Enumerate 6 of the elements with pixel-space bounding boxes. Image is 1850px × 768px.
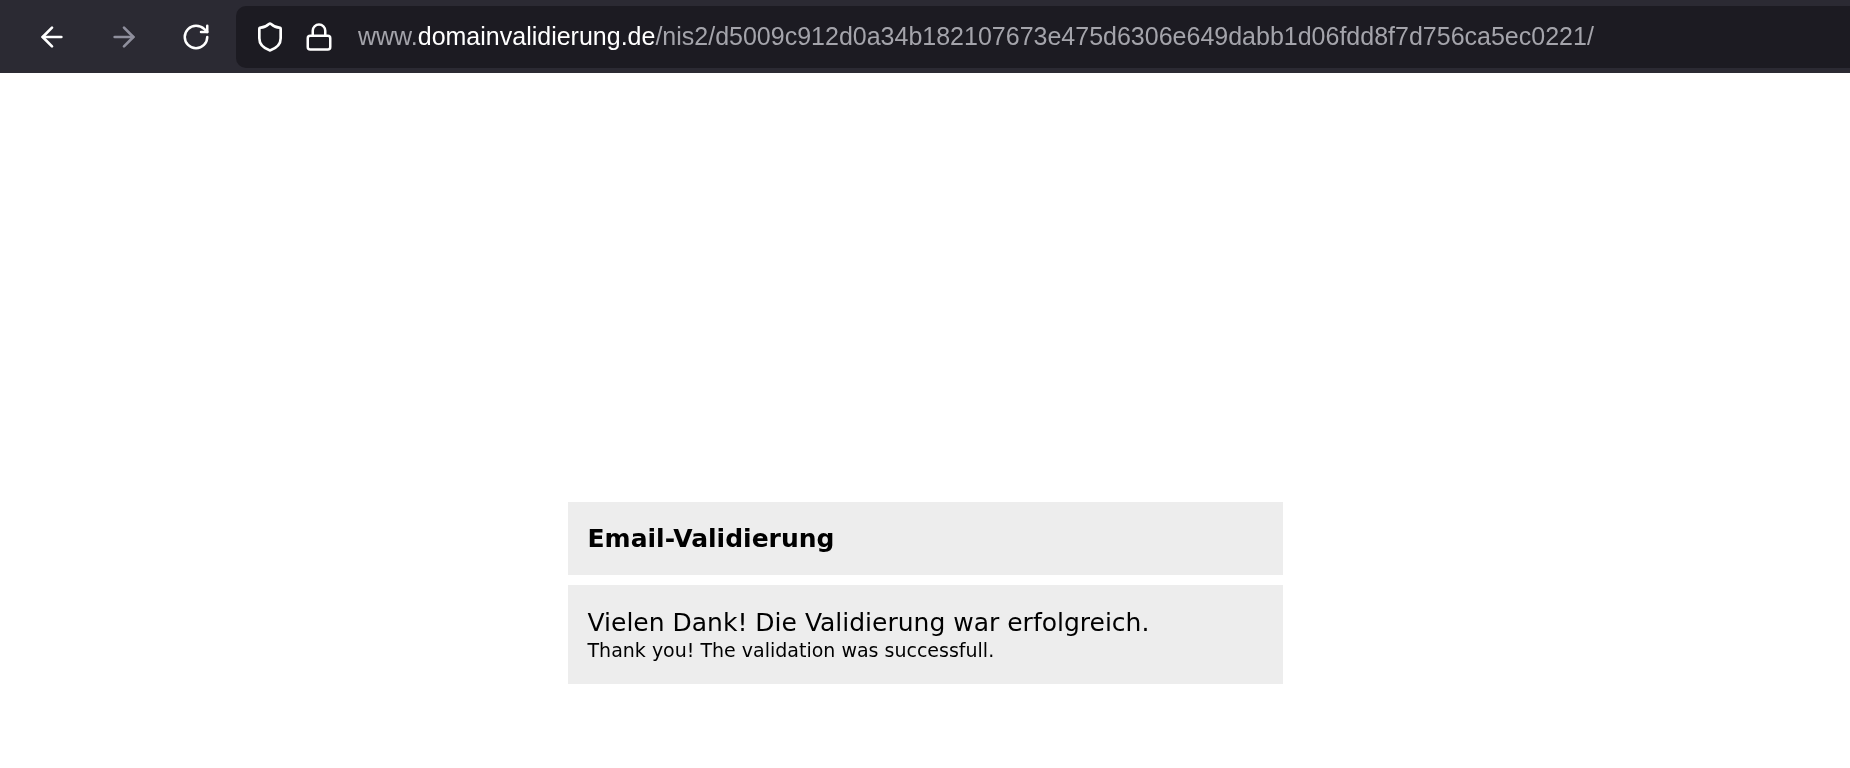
lock-icon: [304, 21, 334, 52]
url-text: www.domainvalidierung.de/nis2/d5009c912d0a34b182107673e475d6306e649dabb1d06fdd8f7d756ca5ec0221/: [358, 20, 1594, 52]
translation-message: Thank you! The validation was successfull.: [587, 637, 996, 662]
address-bar[interactable]: www.domainvalidierung.de/nis2/d5009c912d0a34b182107673e475d6306e649dabb1d06fdd8f7d756ca5ec0221/: [236, 5, 1850, 68]
success-message: Vielen Dank! Die Validierung war erfolgreich.: [587, 607, 1151, 638]
card-title: Email-Validierung: [587, 522, 835, 555]
